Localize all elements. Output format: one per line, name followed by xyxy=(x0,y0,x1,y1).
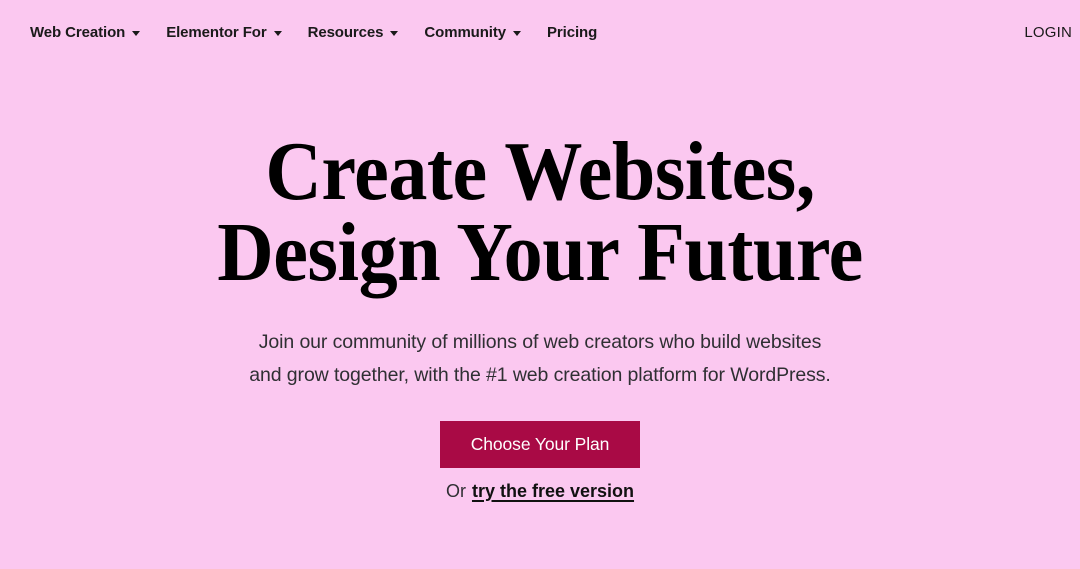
nav-item-elementor-for[interactable]: Elementor For xyxy=(166,23,282,41)
free-version-prefix: Or xyxy=(445,480,466,501)
nav-item-label: Web Creation xyxy=(30,23,126,41)
choose-your-plan-button[interactable]: Choose Your Plan xyxy=(440,420,640,468)
hero-headline: Create Websites, Design Your Future xyxy=(217,125,863,299)
headline-line-1: Create Websites, xyxy=(265,125,815,218)
chevron-down-icon xyxy=(273,30,282,36)
nav-item-label: Community xyxy=(424,23,507,41)
nav-item-web-creation[interactable]: Web Creation xyxy=(30,23,141,41)
try-free-version-link[interactable]: try the free version xyxy=(472,482,634,500)
nav-item-community[interactable]: Community xyxy=(424,23,522,41)
subtitle-line-1: Join our community of millions of web cr… xyxy=(258,331,822,354)
free-version-row: Or try the free version xyxy=(446,482,634,500)
nav-item-pricing[interactable]: Pricing xyxy=(547,25,597,40)
nav-item-label: Elementor For xyxy=(166,23,267,41)
landing-page: Web Creation Elementor For Resources Com… xyxy=(0,0,1080,569)
hero-subtitle: Join our community of millions of web cr… xyxy=(249,326,831,392)
login-link[interactable]: LOGIN xyxy=(1024,24,1072,41)
nav-item-resources[interactable]: Resources xyxy=(308,25,399,40)
top-navigation-bar: Web Creation Elementor For Resources Com… xyxy=(0,0,1080,64)
subtitle-line-2: and grow together, with the #1 web creat… xyxy=(249,364,831,386)
nav-item-label: Resources xyxy=(307,23,384,41)
hero-section: Create Websites, Design Your Future Join… xyxy=(0,64,1080,569)
nav-item-label: Pricing xyxy=(547,23,598,41)
chevron-down-icon xyxy=(513,30,522,36)
primary-nav-menu: Web Creation Elementor For Resources Com… xyxy=(30,25,597,40)
headline-line-2: Design Your Future xyxy=(217,205,863,299)
chevron-down-icon xyxy=(132,30,141,36)
chevron-down-icon xyxy=(390,30,399,36)
